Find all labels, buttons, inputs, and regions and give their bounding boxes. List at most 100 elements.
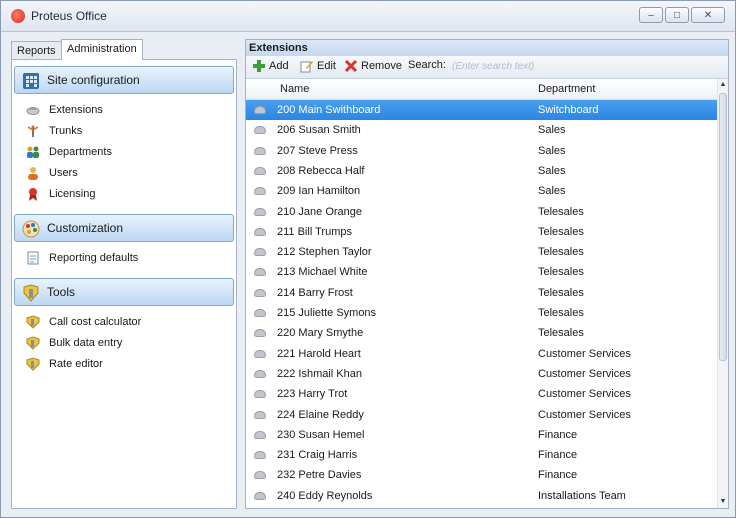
- table-row[interactable]: 211 Bill Trumps Telesales: [246, 222, 718, 242]
- extension-name-cell: 210 Jane Orange: [277, 205, 363, 218]
- nav-item-extensions[interactable]: Extensions: [26, 102, 103, 118]
- window-controls: – □ ✕: [639, 7, 725, 23]
- column-name[interactable]: Name: [280, 83, 309, 95]
- edit-icon: [300, 61, 313, 73]
- table-row[interactable]: 220 Mary Smythe Telesales: [246, 323, 718, 343]
- extension-name-cell: 208 Rebecca Half: [277, 164, 365, 177]
- table-row[interactable]: 210 Jane Orange Telesales: [246, 202, 718, 222]
- extension-name-cell: 232 Petre Davies: [277, 469, 362, 482]
- nav-item-reporting-defaults[interactable]: Reporting defaults: [26, 250, 138, 266]
- extension-department-cell: Customer Services: [538, 388, 631, 401]
- table-row[interactable]: 224 Elaine Reddy Customer Services: [246, 405, 718, 425]
- table-row[interactable]: 200 Main Swithboard Switchboard: [246, 100, 718, 120]
- extension-department-cell: Telesales: [538, 327, 584, 340]
- phone-icon: [254, 491, 266, 500]
- minimize-button[interactable]: –: [639, 7, 663, 23]
- app-window: Proteus Office – □ ✕ Reports Administrat…: [0, 0, 736, 518]
- phone-icon: [254, 227, 266, 236]
- title-bar[interactable]: Proteus Office – □ ✕: [1, 1, 735, 32]
- extension-name-cell: 209 Ian Hamilton: [277, 185, 361, 198]
- nav-item-departments[interactable]: Departments: [26, 144, 112, 160]
- extension-department-cell: Telesales: [538, 205, 584, 218]
- extensions-toolbar: Add Edit Remove Search:: [246, 56, 728, 79]
- tools-header[interactable]: Tools: [14, 278, 234, 306]
- add-button[interactable]: Add: [252, 59, 289, 73]
- nav-item-extensions-label: Extensions: [49, 104, 103, 116]
- tools-icon: [23, 284, 39, 302]
- table-row[interactable]: 209 Ian Hamilton Sales: [246, 181, 718, 201]
- antenna-icon: [27, 125, 39, 137]
- extensions-column-header: Name Department: [246, 79, 718, 100]
- extension-department-cell: Telesales: [538, 225, 584, 238]
- column-department[interactable]: Department: [538, 83, 595, 95]
- extension-name-cell: 206 Susan Smith: [277, 124, 361, 137]
- nav-item-bulk-data-entry-label: Bulk data entry: [49, 337, 123, 349]
- table-row[interactable]: 230 Susan Hemel Finance: [246, 425, 718, 445]
- nav-item-call-cost-calculator-label: Call cost calculator: [49, 316, 142, 328]
- nav-item-trunks[interactable]: Trunks: [26, 123, 82, 139]
- extension-name-cell: 215 Juliette Symons: [277, 307, 377, 319]
- proteus-logo-icon: [11, 9, 25, 23]
- nav-item-licensing-label: Licensing: [49, 188, 96, 200]
- customization-header[interactable]: Customization: [14, 214, 234, 242]
- table-row[interactable]: 214 Barry Frost Telesales: [246, 283, 718, 303]
- search-input[interactable]: [448, 59, 616, 74]
- tool-icon: [26, 315, 40, 329]
- extension-name-cell: 230 Susan Hemel: [277, 428, 365, 441]
- add-icon: [253, 60, 265, 72]
- nav-item-call-cost-calculator[interactable]: Call cost calculator: [26, 314, 141, 330]
- ribbon-icon: [29, 188, 37, 201]
- extension-name-cell: 223 Harry Trot: [277, 388, 348, 401]
- scrollbar-thumb[interactable]: [719, 93, 727, 361]
- extension-name-cell: 240 Eddy Reynolds: [277, 489, 373, 502]
- extension-department-cell: Customer Services: [538, 408, 631, 421]
- extension-department-cell: Customer Services: [538, 347, 631, 360]
- edit-button[interactable]: Edit: [300, 59, 336, 73]
- remove-button[interactable]: Remove: [344, 59, 402, 73]
- tab-reports[interactable]: Reports: [11, 41, 62, 59]
- customization-label: Customization: [47, 221, 124, 235]
- scroll-down-arrow[interactable]: ▼: [718, 496, 728, 508]
- extension-department-cell: Telesales: [538, 307, 584, 319]
- nav-item-bulk-data-entry[interactable]: Bulk data entry: [26, 335, 122, 351]
- extension-name-cell: 211 Bill Trumps: [277, 225, 352, 238]
- phone-icon: [254, 390, 266, 399]
- table-row[interactable]: 208 Rebecca Half Sales: [246, 161, 718, 181]
- table-row[interactable]: 223 Harry Trot Customer Services: [246, 384, 718, 404]
- nav-item-rate-editor-label: Rate editor: [49, 358, 103, 370]
- remove-icon: [344, 59, 358, 73]
- extension-name-cell: 224 Elaine Reddy: [277, 408, 364, 421]
- table-row[interactable]: 207 Steve Press Sales: [246, 141, 718, 161]
- extensions-panel-title: Extensions: [246, 40, 728, 56]
- extension-name-cell: 207 Steve Press: [277, 144, 358, 157]
- table-row[interactable]: 206 Susan Smith Sales: [246, 120, 718, 140]
- nav-item-users[interactable]: Users: [26, 165, 78, 181]
- tool-icon: [26, 357, 40, 371]
- extension-department-cell: Telesales: [538, 246, 584, 259]
- close-button[interactable]: ✕: [691, 7, 725, 23]
- table-row[interactable]: 222 Ishmail Khan Customer Services: [246, 364, 718, 384]
- phone-icon: [254, 309, 266, 317]
- table-row[interactable]: 231 Craig Harris Finance: [246, 445, 718, 465]
- scroll-up-arrow[interactable]: ▲: [718, 79, 728, 91]
- nav-item-rate-editor[interactable]: Rate editor: [26, 356, 103, 372]
- phone-icon: [254, 207, 266, 216]
- extension-department-cell: Switchboard: [538, 104, 599, 116]
- table-row[interactable]: 212 Stephen Taylor Telesales: [246, 242, 718, 262]
- site-configuration-header[interactable]: Site configuration: [14, 66, 234, 94]
- table-row[interactable]: 213 Michael White Telesales: [246, 262, 718, 282]
- nav-item-users-label: Users: [49, 167, 78, 179]
- maximize-button[interactable]: □: [665, 7, 689, 23]
- phone-icon: [254, 430, 266, 439]
- extension-department-cell: Customer Services: [538, 367, 631, 380]
- table-row[interactable]: 240 Eddy Reynolds Installations Team: [246, 486, 718, 506]
- table-row[interactable]: 215 Juliette Symons Telesales: [246, 303, 718, 323]
- administration-panel: Site configuration Extensions Trunks Dep…: [11, 59, 237, 509]
- extensions-list: 200 Main Swithboard Switchboard 206 Susan …: [246, 100, 718, 508]
- table-row[interactable]: 232 Petre Davies Finance: [246, 465, 718, 485]
- nav-item-licensing[interactable]: Licensing: [26, 186, 95, 202]
- vertical-scrollbar[interactable]: ▲ ▼: [717, 79, 728, 508]
- tools-label: Tools: [47, 285, 76, 299]
- tab-administration[interactable]: Administration: [61, 39, 143, 60]
- table-row[interactable]: 221 Harold Heart Customer Services: [246, 344, 718, 364]
